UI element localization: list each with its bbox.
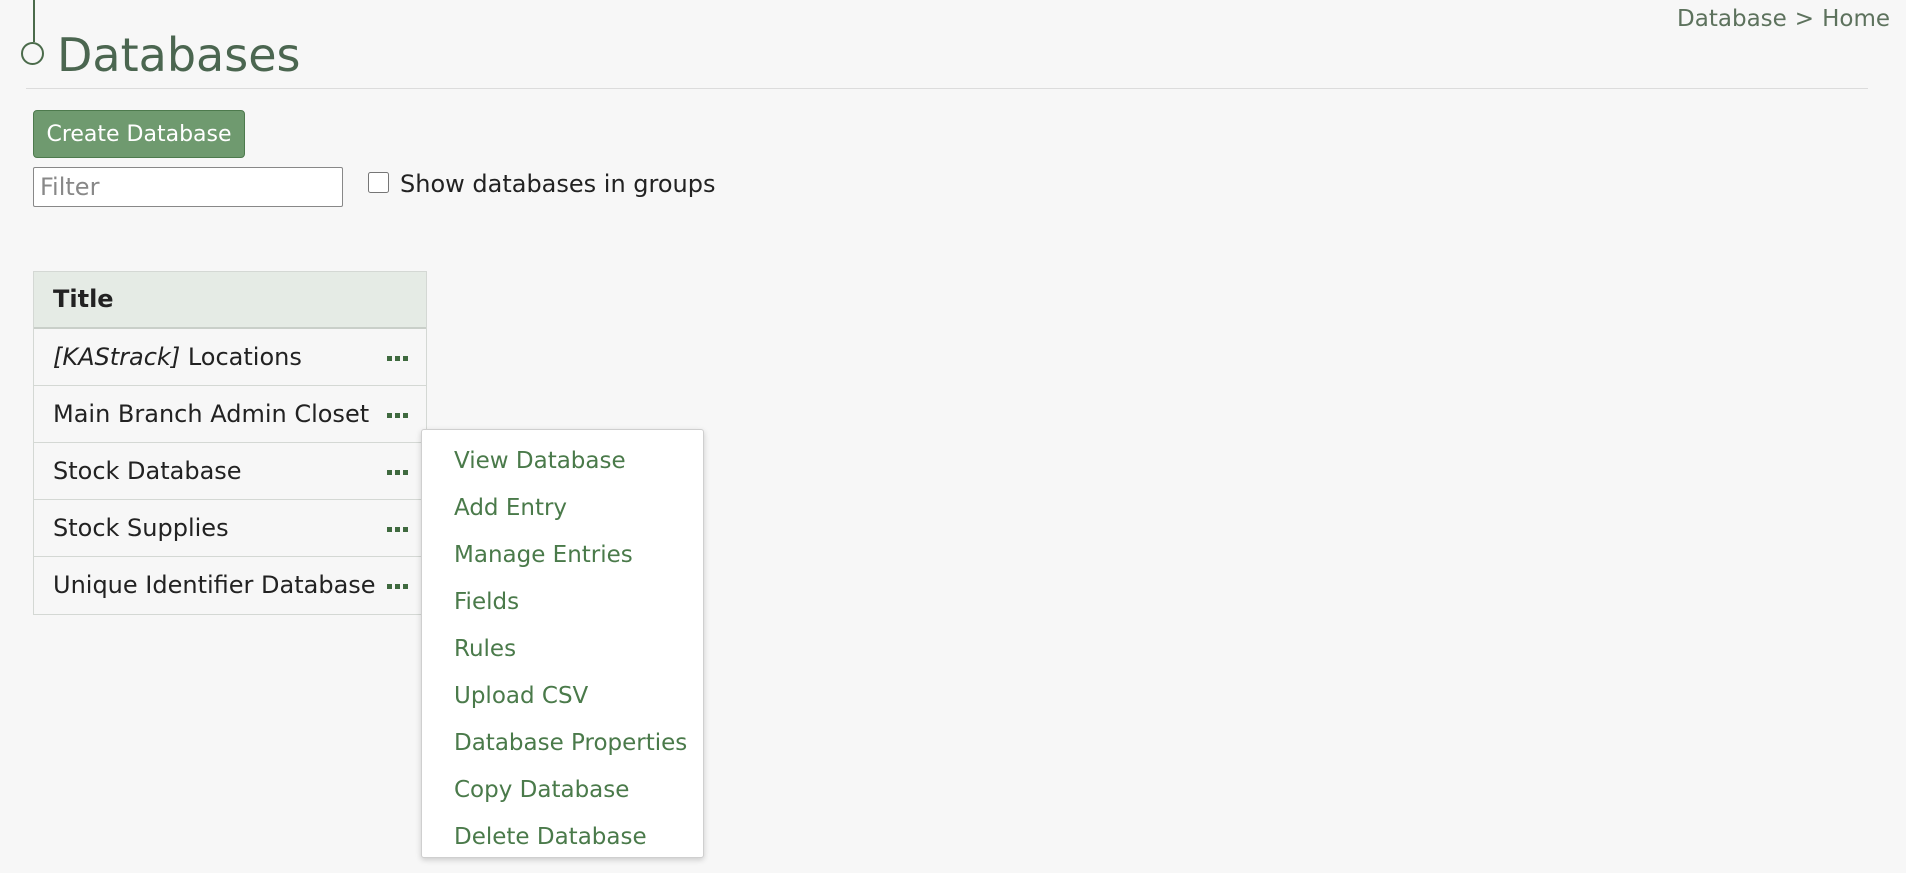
menu-item-add-entry[interactable]: Add Entry bbox=[422, 485, 703, 532]
row-title: Locations bbox=[180, 343, 302, 371]
databases-table: Title [KAStrack] Locations Main Branch A… bbox=[33, 271, 427, 615]
menu-item-rules[interactable]: Rules bbox=[422, 626, 703, 673]
table-header-title: Title bbox=[34, 272, 426, 329]
table-row: Stock Database bbox=[34, 443, 426, 500]
row-title: Stock Supplies bbox=[53, 514, 229, 542]
filter-input[interactable] bbox=[33, 167, 343, 207]
more-actions-icon[interactable] bbox=[387, 584, 408, 589]
more-actions-icon[interactable] bbox=[387, 470, 408, 475]
more-actions-icon[interactable] bbox=[387, 413, 408, 418]
table-row: Unique Identifier Database bbox=[34, 557, 426, 614]
row-title: Main Branch Admin Closet bbox=[53, 400, 370, 428]
row-tag: [KAStrack] bbox=[53, 343, 181, 371]
breadcrumb: Database > Home bbox=[1677, 6, 1890, 32]
create-database-button[interactable]: Create Database bbox=[33, 110, 245, 158]
table-row: [KAStrack] Locations bbox=[34, 329, 426, 386]
timeline-circle-icon bbox=[21, 42, 44, 65]
menu-item-delete-database[interactable]: Delete Database bbox=[422, 814, 703, 861]
table-row: Stock Supplies bbox=[34, 500, 426, 557]
title-divider bbox=[26, 88, 1868, 89]
table-row: Main Branch Admin Closet bbox=[34, 386, 426, 443]
show-groups-label: Show databases in groups bbox=[400, 170, 716, 198]
more-actions-icon[interactable] bbox=[387, 356, 408, 361]
database-actions-menu: View Database Add Entry Manage Entries F… bbox=[421, 429, 704, 858]
more-actions-icon[interactable] bbox=[387, 527, 408, 532]
timeline-line bbox=[33, 0, 35, 42]
row-title: Stock Database bbox=[53, 457, 242, 485]
menu-item-copy-database[interactable]: Copy Database bbox=[422, 767, 703, 814]
menu-item-manage-entries[interactable]: Manage Entries bbox=[422, 532, 703, 579]
breadcrumb-home-link[interactable]: Home bbox=[1822, 6, 1890, 32]
menu-item-view-database[interactable]: View Database bbox=[422, 438, 703, 485]
row-title: Unique Identifier Database bbox=[53, 571, 376, 599]
show-groups-checkbox[interactable] bbox=[368, 172, 389, 193]
menu-item-database-properties[interactable]: Database Properties bbox=[422, 720, 703, 767]
page-title: Databases bbox=[57, 28, 301, 82]
menu-item-fields[interactable]: Fields bbox=[422, 579, 703, 626]
breadcrumb-separator: > bbox=[1794, 6, 1815, 32]
menu-item-upload-csv[interactable]: Upload CSV bbox=[422, 673, 703, 720]
breadcrumb-database-link[interactable]: Database bbox=[1677, 6, 1787, 32]
page: Databases Database > Home Create Databas… bbox=[0, 0, 1906, 873]
